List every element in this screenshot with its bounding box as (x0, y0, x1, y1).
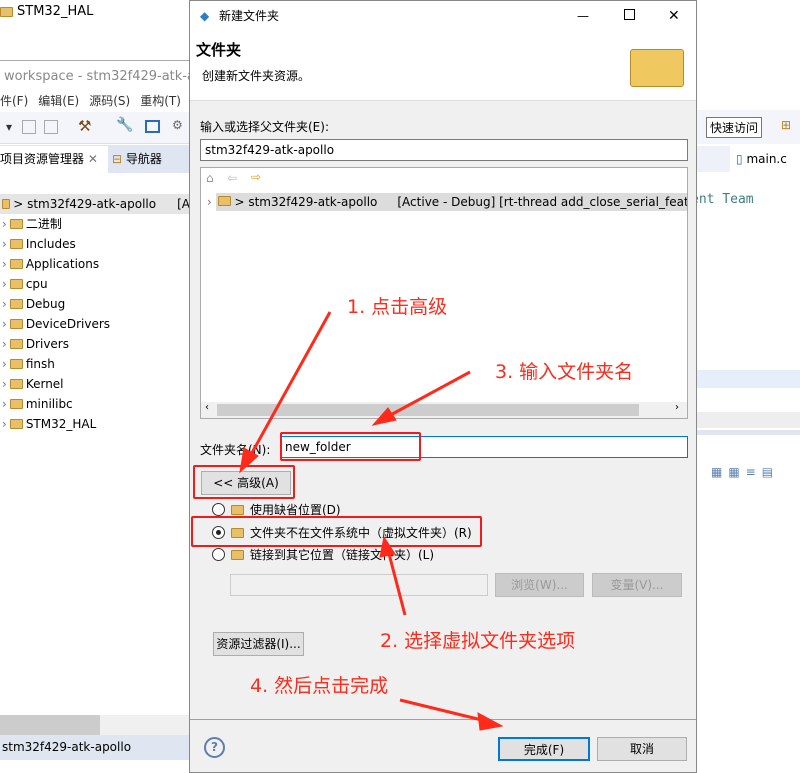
arrowhead-step4 (477, 712, 504, 731)
annotation-step4: 4. 然后点击完成 (250, 675, 389, 697)
arrowhead-step3 (371, 407, 397, 426)
annotation-arrows (239, 311, 504, 731)
arrow-step2 (386, 549, 407, 616)
arrowhead-step2 (379, 535, 396, 558)
arrow-step4 (399, 698, 491, 724)
annotation-step2: 2. 选择虚拟文件夹选项 (380, 630, 576, 652)
arrow-step1 (246, 311, 332, 461)
arrow-step3 (384, 370, 471, 420)
arrowhead-step1 (239, 447, 259, 474)
annotation-step1: 1. 点击高级 (347, 296, 448, 318)
annotation-step3: 3. 输入文件夹名 (495, 361, 634, 383)
